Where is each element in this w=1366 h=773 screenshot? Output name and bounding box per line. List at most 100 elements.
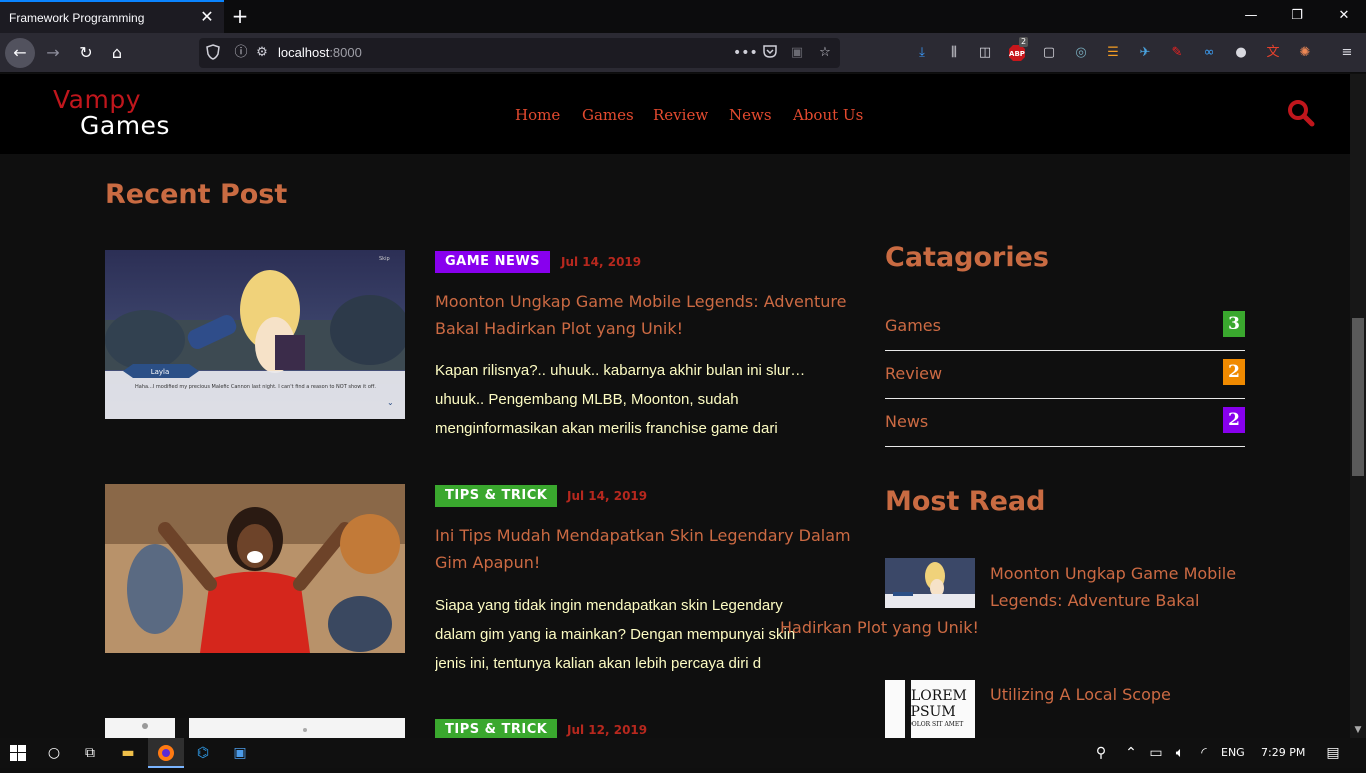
adblock-plus-icon[interactable]: ABP 2 [1007,37,1029,63]
svg-text:LOREM: LOREM [911,688,967,704]
scrollbar-thumb[interactable] [1352,318,1364,476]
cortana-search-icon[interactable]: ○ [36,738,72,768]
page-actions-icon[interactable]: ••• [733,44,758,62]
vscode-icon[interactable]: ⌬ [185,738,221,768]
translate-extension-icon[interactable]: 文 [1263,43,1283,63]
sidebar-icon[interactable]: ◫ [975,43,995,63]
post-title[interactable]: Moonton Ungkap Game Mobile Legends: Adve… [435,288,865,342]
category-label: News [885,412,929,431]
svg-text:ABP: ABP [1009,50,1025,58]
tracking-shield-icon[interactable] [204,44,222,62]
thumb-dialog-text: Haha...I modified my precious Malefic Ca… [135,384,376,390]
restore-icon[interactable]: ❐ [1285,6,1309,26]
most-read-title[interactable]: Utilizing A Local Scope [990,681,1245,708]
task-view-icon[interactable]: ⧉ [72,738,108,768]
clock[interactable]: 7:29 PM [1261,746,1305,759]
post-thumbnail[interactable] [105,484,405,653]
thumb-character-name: Layla [151,368,170,376]
category-badge[interactable]: GAME NEWS [435,251,551,273]
active-tab[interactable]: Framework Programming ✕ [0,0,224,33]
extension-list-icon[interactable]: ☰ [1103,43,1123,63]
home-icon[interactable]: ⌂ [102,38,132,68]
extension-plane-icon[interactable]: ✈ [1135,43,1155,63]
nav-about-us[interactable]: About Us [793,106,863,124]
permissions-icon[interactable]: ⚙ [253,44,271,62]
chevron-down-icon: ⌄ [387,398,394,407]
post-date: Jul 14, 2019 [561,255,642,269]
most-read-title[interactable]: Moonton Ungkap Game Mobile Legends: Adve… [780,560,1245,641]
container-tabs-icon[interactable]: ▢ [1039,43,1059,63]
extension-tool-icon[interactable]: ✎ [1167,43,1187,63]
wifi-icon[interactable]: ◜ [1192,738,1216,768]
category-item-review[interactable]: Review 2 [885,351,1245,399]
category-badge[interactable]: TIPS & TRICK [435,485,558,507]
url-bar[interactable]: ⓘ ⚙ localhost:8000 ••• ▣ ☆ [199,38,840,68]
tab-strip: Framework Programming ✕ + — ❐ ✕ [0,0,1366,33]
file-explorer-icon[interactable]: ▬ [110,738,146,768]
adblock-count-badge: 2 [1019,37,1029,47]
categories-heading: Catagories [885,242,1049,273]
language-indicator[interactable]: ENG [1221,746,1245,759]
post-title[interactable]: Ini Tips Mudah Mendapatkan Skin Legendar… [435,522,865,576]
volume-icon[interactable]: 🔈︎ [1168,738,1192,768]
color-picker-icon[interactable]: ✺ [1295,43,1315,63]
windows-start-icon[interactable] [0,738,36,768]
logo-vampy[interactable]: Vampy [53,85,141,114]
close-tab-icon[interactable]: ✕ [198,8,216,26]
minimize-icon[interactable]: — [1239,6,1263,26]
search-icon[interactable] [1287,99,1315,127]
category-label: Games [885,316,941,335]
tab-title: Framework Programming [9,11,145,25]
translate-icon[interactable]: ▣ [788,44,806,62]
menu-icon[interactable]: ≡ [1337,43,1357,63]
svg-text:DOLOR SIT AMET: DOLOR SIT AMET [907,721,963,728]
logo-games[interactable]: Games [80,111,170,140]
site-header: Vampy Games Home Games Review News About… [0,74,1350,154]
back-icon[interactable]: ← [5,38,35,68]
terminal-icon[interactable]: ▣ [222,738,258,768]
category-count: 2 [1223,407,1245,433]
reload-icon[interactable]: ↻ [71,38,101,68]
most-read-heading: Most Read [885,486,1046,517]
account-icon[interactable]: ● [1231,43,1251,63]
post-date: Jul 12, 2019 [567,723,648,737]
category-count: 3 [1223,311,1245,337]
bookmark-star-icon[interactable]: ☆ [816,44,834,62]
post-thumbnail[interactable] [105,718,405,738]
downloads-icon[interactable]: ⤓ [912,43,932,63]
forward-icon[interactable]: → [38,38,68,68]
web-page: Vampy Games Home Games Review News About… [0,74,1366,738]
nav-games[interactable]: Games [582,106,634,124]
extension-sync-icon[interactable]: ◎ [1071,43,1091,63]
recent-post-heading: Recent Post [105,179,288,210]
url-text: localhost:8000 [278,45,362,60]
battery-icon[interactable]: ▭ [1144,738,1168,768]
close-window-icon[interactable]: ✕ [1332,6,1356,26]
people-icon[interactable]: ⚲ [1086,738,1116,768]
category-label: Review [885,364,943,383]
scroll-down-icon[interactable]: ▼ [1352,724,1364,736]
nav-news[interactable]: News [729,106,772,124]
firefox-icon[interactable] [148,738,184,768]
thumb-skip-label: Skip [379,256,390,262]
post-date: Jul 14, 2019 [567,489,648,503]
most-read-thumbnail[interactable]: LOREM IPSUM DOLOR SIT AMET [885,680,975,738]
site-info-icon[interactable]: ⓘ [232,44,250,62]
category-badge[interactable]: TIPS & TRICK [435,719,558,738]
svg-text:IPSUM: IPSUM [905,704,956,720]
taskbar: ○ ⧉ ▬ ⌬ ▣ ⚲ ⌃ ▭ 🔈︎ ◜ ENG 7:29 PM ▤ [0,738,1366,768]
library-icon[interactable]: ⫼ [944,43,964,63]
nav-review[interactable]: Review [653,106,708,124]
nav-home[interactable]: Home [515,106,560,124]
post-thumbnail[interactable]: Layla Haha...I modified my precious Male… [105,250,405,419]
show-hidden-icons-icon[interactable]: ⌃ [1116,738,1146,768]
notifications-icon[interactable]: ▤ [1318,738,1348,768]
category-count: 2 [1223,359,1245,385]
post-excerpt: Kapan rilisnya?.. uhuuk.. kabarnya akhir… [435,362,806,437]
extension-infinity-icon[interactable]: ∞ [1199,43,1219,63]
browser-toolbar: ← → ↻ ⌂ ⓘ ⚙ localhost:8000 ••• ▣ ☆ ⤓ ⫼ ◫… [0,33,1366,73]
new-tab-icon[interactable]: + [229,5,251,27]
category-item-games[interactable]: Games 3 [885,303,1245,351]
category-item-news[interactable]: News 2 [885,399,1245,447]
pocket-icon[interactable] [761,44,779,62]
